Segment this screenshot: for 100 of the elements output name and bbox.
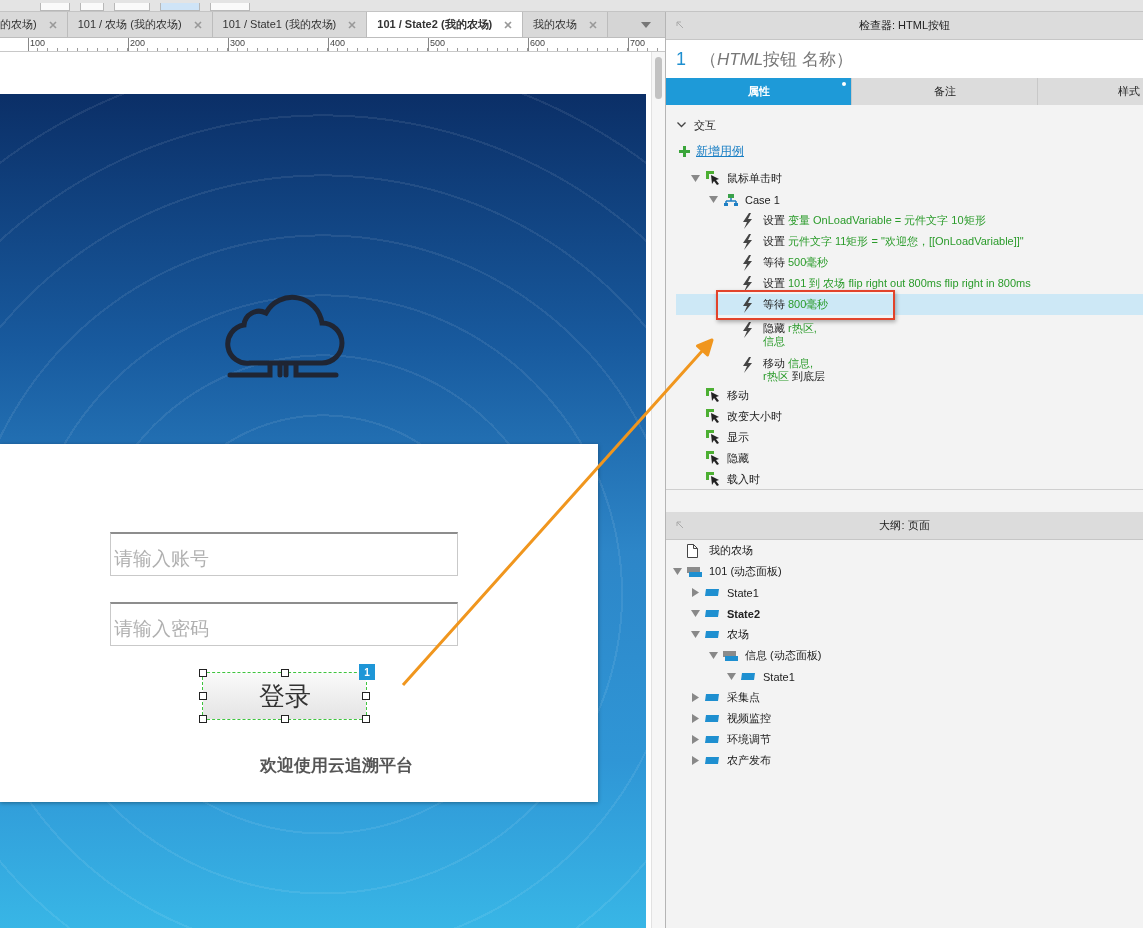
document-tab[interactable]: 我的农场 (523, 12, 609, 37)
lightning-icon (742, 296, 753, 313)
lightning-icon (742, 233, 753, 250)
selected-row-highlight[interactable]: 等待 800毫秒 (676, 294, 1143, 315)
lightning-icon (742, 212, 753, 229)
event-label[interactable]: 改变大小时 (727, 409, 782, 424)
event-cursor-icon (706, 171, 721, 186)
lightning-icon (742, 322, 753, 338)
interaction-badge: 1 (359, 664, 375, 680)
dynamic-panel-icon (723, 649, 738, 662)
ruler-label: 400 (328, 38, 428, 51)
expanded-triangle-icon[interactable] (691, 174, 700, 183)
action-text[interactable]: 等待 500毫秒 (763, 256, 832, 269)
lightning-icon (742, 357, 753, 373)
outline-item[interactable]: 信息 (动态面板) (745, 648, 822, 663)
action-text[interactable]: 设置 101 到 农场 flip right out 800ms flip right in 800ms (763, 277, 1034, 290)
document-tab[interactable]: 101 / State1 (我的农场) (212, 12, 368, 37)
case-label[interactable]: Case 1 (745, 193, 780, 206)
scrollbar-thumb[interactable] (655, 57, 662, 99)
event-label[interactable]: 隐藏 (727, 451, 749, 466)
document-tab[interactable]: 101 / State2 (我的农场) (367, 12, 524, 37)
state-icon (705, 631, 719, 638)
add-case-link[interactable]: 新增用例 (696, 142, 744, 160)
expanded-triangle-icon[interactable] (673, 567, 682, 576)
resize-handle[interactable] (199, 715, 207, 723)
close-icon[interactable] (193, 20, 202, 29)
input-field[interactable]: 请输入密码 (110, 602, 458, 646)
event-cursor-icon (706, 430, 721, 445)
section-label[interactable]: 交互 (694, 117, 716, 133)
event-label[interactable]: 载入时 (727, 472, 760, 487)
event-label[interactable]: 移动 (727, 388, 749, 403)
action-text[interactable]: 等待 800毫秒 (763, 298, 832, 311)
inspector-tab[interactable]: 备注 (852, 78, 1037, 105)
resize-handle[interactable] (280, 715, 289, 723)
outline-item[interactable]: 采集点 (727, 690, 760, 705)
outline-item[interactable]: 101 (动态面板) (709, 564, 782, 579)
toolbar-button[interactable] (210, 3, 250, 11)
outline-item[interactable]: State1 (763, 670, 795, 683)
outline-item[interactable]: 我的农场 (709, 543, 753, 558)
toolbar-button[interactable] (80, 3, 104, 11)
close-icon[interactable] (348, 20, 357, 29)
pin-arrow-icon[interactable] (676, 21, 684, 29)
expanded-triangle-icon[interactable] (709, 195, 718, 204)
ruler-label: 500 (428, 38, 528, 51)
document-tab[interactable]: 的农场) (0, 12, 68, 37)
dynamic-panel-icon (687, 565, 702, 578)
ruler-label: 100 (28, 38, 128, 51)
action-text[interactable]: 设置 元件文字 11矩形 = "欢迎您，[[OnLoadVariable]]" (763, 235, 1027, 248)
resize-handle[interactable] (199, 669, 207, 677)
action-text[interactable]: 隐藏 r热区, 信息 (763, 322, 820, 348)
collapsed-triangle-icon[interactable] (691, 756, 700, 765)
state-icon (705, 736, 719, 743)
resize-handle[interactable] (280, 669, 289, 677)
state-icon (705, 694, 719, 701)
state-icon (705, 610, 719, 617)
state-icon (705, 715, 719, 722)
collapsed-triangle-icon[interactable] (691, 735, 700, 744)
outline-item[interactable]: State1 (727, 586, 759, 599)
ruler-label: 200 (128, 38, 228, 51)
toolbar-button[interactable] (114, 3, 150, 11)
page-icon (687, 543, 698, 558)
close-icon[interactable] (589, 20, 598, 29)
close-icon[interactable] (48, 20, 57, 29)
action-text[interactable]: 移动 信息, r热区 到底层 (763, 357, 828, 383)
collapsed-triangle-icon[interactable] (691, 693, 700, 702)
expanded-triangle-icon[interactable] (691, 630, 700, 639)
widget-name[interactable]: 1 (676, 48, 686, 70)
outline-item[interactable]: State2 (727, 607, 761, 620)
outline-item[interactable]: 农产发布 (727, 753, 771, 768)
panel-title: 大纲: 页面 (879, 518, 930, 533)
close-icon[interactable] (504, 20, 513, 29)
resize-handle[interactable] (362, 692, 370, 700)
event-label[interactable]: 鼠标单击时 (727, 171, 782, 186)
toolbar-button[interactable] (40, 3, 70, 11)
lightning-icon (742, 254, 753, 271)
outline-item[interactable]: 视频监控 (727, 711, 771, 726)
inspector-tab[interactable]: 样式 (1038, 78, 1143, 105)
outline-item[interactable]: 农场 (727, 627, 749, 642)
expanded-triangle-icon[interactable] (709, 651, 718, 660)
scrollbar[interactable] (651, 52, 665, 928)
expanded-triangle-icon[interactable] (691, 609, 700, 618)
collapsed-triangle-icon[interactable] (691, 714, 700, 723)
resize-handle[interactable] (362, 715, 370, 723)
document-tab[interactable]: 101 / 农场 (我的农场) (67, 12, 213, 37)
plus-icon[interactable] (679, 145, 690, 157)
welcome-text: 欢迎使用云追溯平台 (260, 755, 414, 777)
login-button[interactable]: 登录 (203, 673, 366, 719)
event-label[interactable]: 显示 (727, 430, 749, 445)
outline-item[interactable]: 环境调节 (727, 732, 771, 747)
dropdown-caret-icon[interactable] (641, 21, 651, 28)
input-field[interactable]: 请输入账号 (110, 532, 458, 576)
widget-type: （HTML按钮 名称） (700, 48, 854, 71)
action-text[interactable]: 设置 变量 OnLoadVariable = 元件文字 10矩形 (763, 214, 989, 227)
collapsed-triangle-icon[interactable] (691, 588, 700, 597)
chevron-down-icon[interactable] (677, 122, 686, 128)
event-cursor-icon (706, 388, 721, 403)
panel-title: 检查器: HTML按钮 (858, 18, 951, 33)
resize-handle[interactable] (199, 692, 207, 700)
expanded-triangle-icon[interactable] (727, 672, 736, 681)
pin-arrow-icon[interactable] (676, 521, 684, 529)
